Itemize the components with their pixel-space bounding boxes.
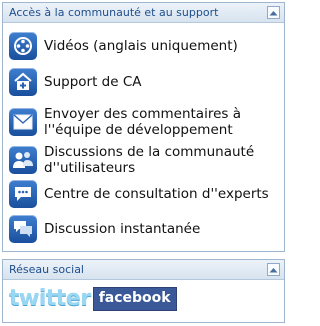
- expert-center-link[interactable]: Centre de consultation d''experts: [9, 180, 269, 208]
- community-discussions-label: Discussions de la communauté d''utilisat…: [44, 144, 254, 176]
- chevron-up-icon: [269, 267, 278, 272]
- feedback-link[interactable]: Envoyer des commentaires à l''équipe de …: [9, 106, 241, 138]
- facebook-logo[interactable]: facebook: [92, 287, 177, 311]
- social-panel-header: Réseau social: [3, 260, 284, 280]
- collapse-button[interactable]: [267, 6, 280, 19]
- social-panel: Réseau social twitter facebook: [2, 259, 285, 323]
- medical-cross-icon: [9, 68, 37, 96]
- ca-support-link[interactable]: Support de CA: [9, 68, 142, 96]
- support-panel-header: Accès à la communauté et au support: [3, 3, 284, 23]
- envelope-icon: [9, 108, 37, 136]
- feedback-label-line-2: l''équipe de développement: [44, 122, 233, 138]
- feedback-label: Envoyer des commentaires à l''équipe de …: [44, 106, 241, 138]
- instant-chat-link[interactable]: Discussion instantanée: [9, 215, 200, 243]
- social-links: twitter facebook: [9, 287, 177, 311]
- support-panel: Accès à la communauté et au support Vidé…: [2, 2, 285, 252]
- community-label-line-2: d''utilisateurs: [44, 160, 136, 176]
- videos-label: Vidéos (anglais uniquement): [44, 38, 238, 54]
- feedback-label-line-1: Envoyer des commentaires à: [44, 106, 241, 122]
- social-panel-title: Réseau social: [9, 263, 84, 276]
- instant-chat-icon: [9, 215, 37, 243]
- expert-center-label: Centre de consultation d''experts: [44, 186, 269, 202]
- ca-support-label: Support de CA: [44, 74, 142, 90]
- videos-link[interactable]: Vidéos (anglais uniquement): [9, 32, 238, 60]
- community-discussions-link[interactable]: Discussions de la communauté d''utilisat…: [9, 144, 254, 176]
- chevron-up-icon: [269, 10, 278, 15]
- collapse-button[interactable]: [267, 263, 280, 276]
- twitter-logo[interactable]: twitter: [9, 287, 91, 311]
- community-label-line-1: Discussions de la communauté: [44, 144, 255, 160]
- film-reel-icon: [9, 32, 37, 60]
- chat-bubble-icon: [9, 180, 37, 208]
- instant-chat-label: Discussion instantanée: [44, 221, 201, 237]
- user-group-icon: [9, 146, 37, 174]
- support-panel-title: Accès à la communauté et au support: [9, 6, 219, 19]
